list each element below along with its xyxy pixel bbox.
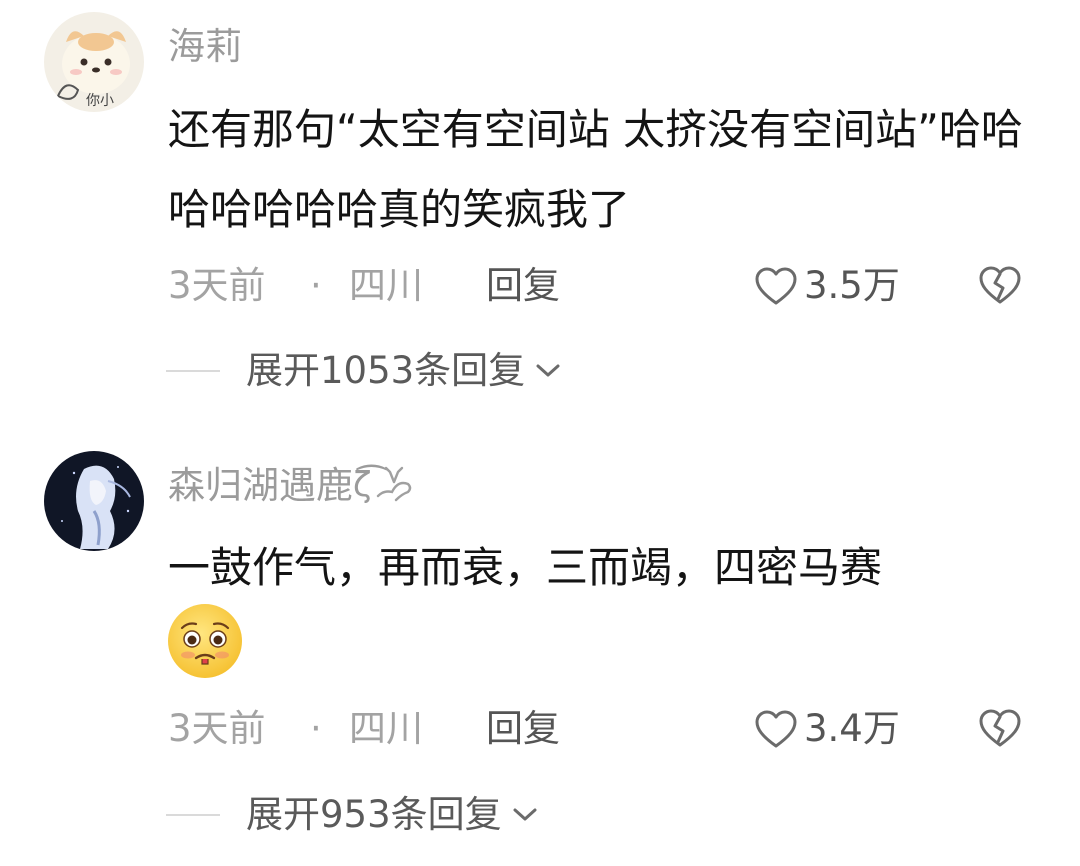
separator-dot: · (310, 707, 322, 750)
divider-line (166, 370, 220, 372)
reply-button[interactable]: 回复 (486, 263, 560, 309)
dislike-button[interactable] (978, 706, 1022, 761)
expand-replies-button[interactable]: 展开953条回复 (166, 792, 538, 838)
deer-icon (376, 466, 411, 502)
separator-dot: · (310, 264, 322, 307)
avatar-image: 你小 (44, 12, 144, 112)
timestamp: 3天前 (168, 707, 266, 750)
heart-outline-icon (755, 710, 797, 748)
dislike-button[interactable] (978, 263, 1022, 318)
chevron-down-icon (513, 808, 537, 821)
username[interactable]: 海莉 (168, 28, 242, 65)
like-button[interactable]: 3.5万 (754, 263, 900, 309)
broken-heart-icon (979, 709, 1021, 747)
expand-replies-button[interactable]: 展开1053条回复 (166, 348, 561, 394)
username-suffix: ζ͡ (353, 465, 372, 505)
like-button[interactable]: 3.4万 (754, 706, 900, 752)
location: 四川 (349, 264, 423, 307)
username-text: 森归湖遇鹿 (168, 463, 353, 507)
username[interactable]: 森归湖遇鹿 ζ͡ (168, 466, 416, 504)
reply-button[interactable]: 回复 (486, 706, 560, 752)
timestamp: 3天前 (168, 264, 266, 307)
like-count: 3.4万 (804, 707, 900, 750)
comment-meta: 3天前 · 四川 回复 3.4万 (168, 706, 1038, 752)
heart-outline-icon (755, 267, 797, 305)
avatar[interactable] (44, 451, 144, 551)
svg-text:你小: 你小 (86, 93, 114, 109)
like-count: 3.5万 (804, 264, 900, 307)
comment-meta: 3天前 · 四川 回复 3.5万 (168, 263, 1038, 309)
comment-text: 还有那句“太空有空间站 太挤没有空间站”哈哈哈哈哈哈哈真的笑疯我了 (168, 105, 1023, 234)
chevron-down-icon (536, 364, 560, 377)
expand-replies-label: 展开1053条回复 (246, 349, 526, 392)
broken-heart-icon (979, 266, 1021, 304)
location: 四川 (349, 707, 423, 750)
expand-replies-label: 展开953条回复 (246, 793, 502, 836)
comment-text: 一鼓作气，再而衰，三而竭，四密马赛 (168, 543, 883, 592)
pleading-face-emoji (168, 604, 242, 678)
avatar[interactable]: 你小 (44, 12, 144, 112)
divider-line (166, 814, 220, 816)
avatar-image (44, 451, 144, 551)
